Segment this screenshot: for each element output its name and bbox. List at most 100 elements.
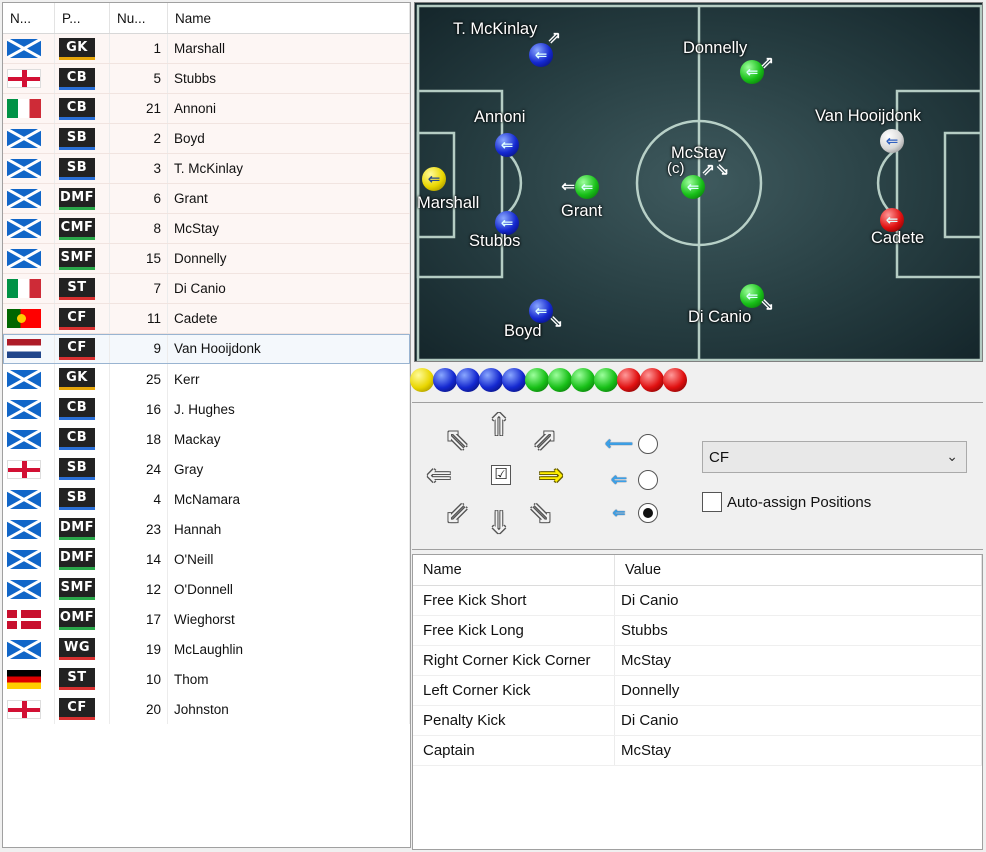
move-down-left-button[interactable]: ⇙ — [440, 497, 474, 531]
set-piece-value[interactable]: Di Canio — [615, 586, 982, 615]
column-header-set-piece-name[interactable]: Name — [413, 555, 615, 585]
player-row[interactable]: CB 5 Stubbs — [3, 64, 410, 94]
player-row[interactable]: CB 21 Annoni — [3, 94, 410, 124]
set-piece-row[interactable]: Free Kick Long Stubbs — [413, 616, 982, 646]
player-number: 23 — [110, 514, 168, 544]
direction-left-icon: ⇐ — [561, 177, 576, 196]
player-row[interactable]: ST 10 Thom — [3, 664, 410, 694]
pitch-player-boyd[interactable]: ⇐ ⇘ — [529, 299, 563, 330]
move-down-right-button[interactable]: ⇘ — [524, 497, 558, 531]
flag-icon — [7, 39, 41, 58]
player-position: DMF — [55, 514, 110, 544]
set-piece-row[interactable]: Left Corner Kick Donnelly — [413, 676, 982, 706]
set-piece-value[interactable]: McStay — [615, 736, 982, 765]
set-pieces-table[interactable]: Name Value Free Kick Short Di Canio Free K… — [412, 554, 983, 850]
speed-radio-3[interactable] — [638, 503, 658, 523]
player-ball: ⇐ — [495, 133, 519, 157]
player-row[interactable]: GK 25 Kerr — [3, 364, 410, 394]
pitch-player-grant[interactable]: ⇐ ⇐ — [561, 175, 599, 199]
player-row[interactable]: OMF 17 Wieghorst — [3, 604, 410, 634]
auto-assign-label: Auto-assign Positions — [727, 493, 872, 511]
move-down-button[interactable]: ⇓ — [482, 507, 516, 541]
position-badge: SB — [59, 458, 95, 480]
speed-radio-2[interactable] — [638, 469, 658, 490]
speed-radio-1[interactable] — [638, 433, 658, 454]
player-row[interactable]: SMF 15 Donnelly — [3, 244, 410, 274]
move-up-right-button[interactable]: ⇗ — [528, 423, 562, 457]
player-row[interactable]: SB 24 Gray — [3, 454, 410, 484]
player-number: 18 — [110, 424, 168, 454]
formation-pitch[interactable]: ⇐ Marshall ⇐ Stubbs ⇐ Annoni ⇐ ⇘ Boyd ⇐ … — [414, 2, 983, 362]
pitch-player-annoni[interactable]: ⇐ — [495, 133, 519, 157]
player-position: SMF — [55, 574, 110, 604]
player-row[interactable]: SB 4 McNamara — [3, 484, 410, 514]
player-row[interactable]: SB 3 T. McKinlay — [3, 154, 410, 184]
color-dot — [479, 368, 503, 392]
speed-option-2[interactable]: ⇐ — [604, 467, 658, 492]
player-row[interactable]: DMF 6 Grant — [3, 184, 410, 214]
flag-icon — [7, 459, 41, 479]
player-name: Di Canio — [168, 274, 410, 303]
set-piece-row[interactable]: Penalty Kick Di Canio — [413, 706, 982, 736]
player-row[interactable]: CF 11 Cadete — [3, 304, 410, 334]
speed-option-3[interactable]: ⇐ — [604, 503, 658, 523]
player-row[interactable]: WG 19 McLaughlin — [3, 634, 410, 664]
pitch-player-donnelly[interactable]: ⇐ ⇗ — [740, 54, 774, 84]
flag-icon — [7, 639, 41, 659]
set-piece-name: Free Kick Long — [413, 616, 615, 645]
player-row[interactable]: DMF 14 O'Neill — [3, 544, 410, 574]
player-row[interactable]: CB 16 J. Hughes — [3, 394, 410, 424]
column-header-nationality[interactable]: N... — [3, 3, 55, 33]
set-piece-value[interactable]: Stubbs — [615, 616, 982, 645]
player-position: CF — [55, 334, 110, 363]
pitch-player-di-canio[interactable]: ⇐ ⇘ — [740, 284, 774, 313]
move-right-button[interactable]: ⇒ — [534, 459, 568, 493]
set-piece-value[interactable]: Donnelly — [615, 676, 982, 705]
position-badge: ST — [59, 668, 95, 690]
flag-icon — [7, 369, 41, 389]
player-position: CF — [55, 694, 110, 724]
pitch-player-van-hooijdonk[interactable]: ⇐ — [880, 129, 904, 153]
auto-assign-positions[interactable]: Auto-assign Positions — [702, 492, 871, 512]
player-name: J. Hughes — [168, 394, 410, 424]
set-piece-row[interactable]: Right Corner Kick Corner McStay — [413, 646, 982, 676]
pitch-player-marshall[interactable]: ⇐ — [422, 167, 446, 191]
move-up-button[interactable]: ⇑ — [482, 409, 516, 443]
player-nationality — [3, 154, 55, 183]
player-position: CMF — [55, 214, 110, 243]
pitch-player-t-mckinlay[interactable]: ⇐ ⇗ — [529, 29, 561, 67]
column-header-number[interactable]: Nu... — [110, 3, 168, 33]
column-header-set-piece-value[interactable]: Value — [615, 555, 982, 585]
player-row[interactable]: GK 1 Marshall — [3, 34, 410, 64]
player-row[interactable]: SB 2 Boyd — [3, 124, 410, 154]
player-row[interactable]: CMF 8 McStay — [3, 214, 410, 244]
move-left-button[interactable]: ⇐ — [422, 459, 456, 493]
pitch-player-mcstay[interactable]: ⇐ ⇗⇘ — [681, 161, 730, 199]
move-up-left-button[interactable]: ⇖ — [440, 423, 474, 457]
flag-icon — [7, 219, 41, 238]
player-position: SB — [55, 454, 110, 484]
column-header-name[interactable]: Name — [168, 3, 410, 33]
player-row[interactable]: SMF 12 O'Donnell — [3, 574, 410, 604]
player-position: CB — [55, 394, 110, 424]
set-piece-value[interactable]: McStay — [615, 646, 982, 675]
column-header-position[interactable]: P... — [55, 3, 110, 33]
position-select[interactable]: CF ⌄ — [702, 441, 967, 473]
pitch-label-donnelly: Donnelly — [683, 39, 748, 57]
pitch-label-cadete: Cadete — [871, 229, 925, 247]
player-nationality — [3, 604, 55, 634]
set-piece-row[interactable]: Free Kick Short Di Canio — [413, 586, 982, 616]
player-row[interactable]: CF 20 Johnston — [3, 694, 410, 724]
set-piece-value[interactable]: Di Canio — [615, 706, 982, 735]
set-piece-row[interactable]: Captain McStay — [413, 736, 982, 766]
speed-option-1[interactable]: ⟵ — [604, 431, 658, 456]
center-check-icon[interactable]: ☑ — [491, 465, 511, 485]
player-row[interactable]: DMF 23 Hannah — [3, 514, 410, 544]
auto-assign-checkbox[interactable] — [702, 492, 722, 512]
player-list[interactable]: N... P... Nu... Name GK 1 Marshall CB 5 Stubb… — [2, 2, 411, 848]
player-row[interactable]: CF 9 Van Hooijdonk — [3, 334, 410, 364]
player-position: SB — [55, 154, 110, 183]
player-row[interactable]: CB 18 Mackay — [3, 424, 410, 454]
player-row[interactable]: ST 7 Di Canio — [3, 274, 410, 304]
player-name: Van Hooijdonk — [168, 334, 410, 363]
